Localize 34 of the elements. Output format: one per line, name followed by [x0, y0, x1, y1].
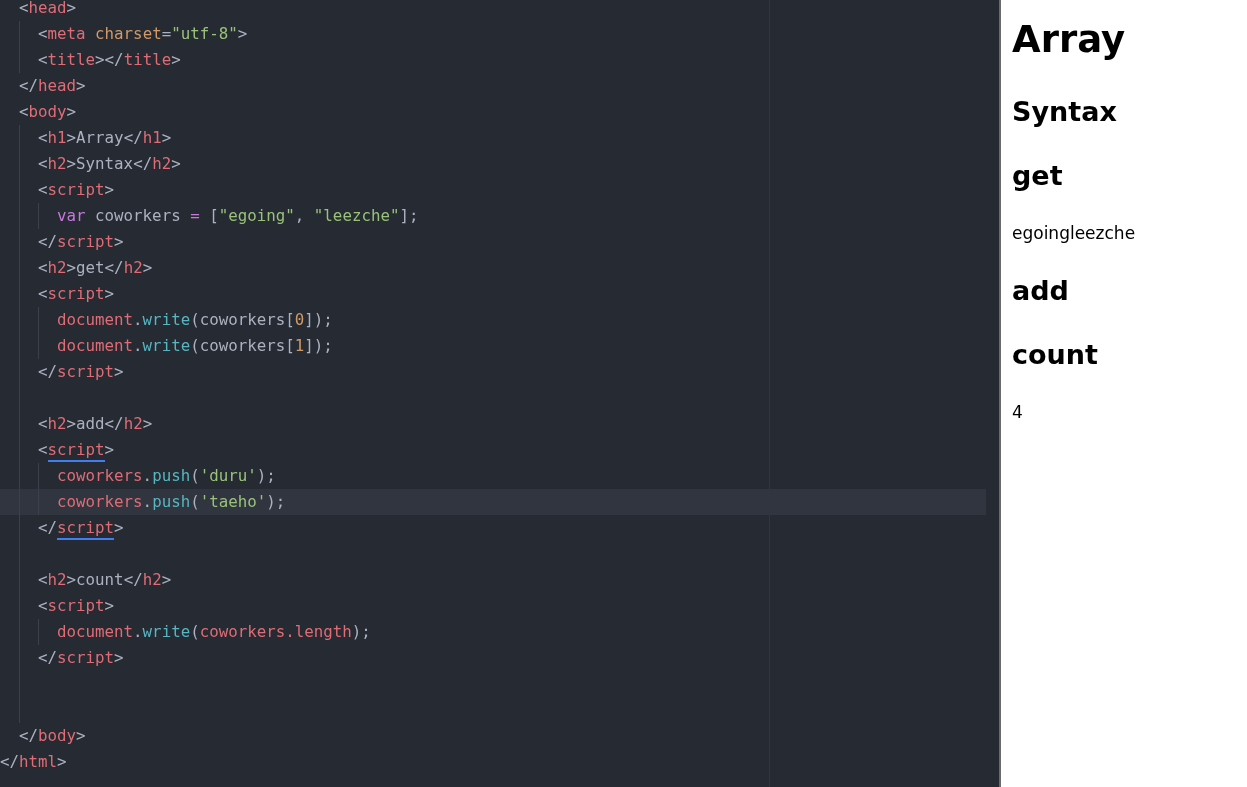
code-line: var coworkers = ["egoing", "leezche"];	[57, 205, 419, 227]
code-line: </body>	[19, 725, 86, 747]
code-line: </script>	[38, 231, 124, 253]
code-line: <script>	[38, 437, 115, 463]
code-line: <meta charset="utf-8">	[38, 23, 248, 45]
code-line: document.write(coworkers.length);	[57, 621, 371, 643]
code-line: <h2>get</h2>	[38, 257, 153, 279]
output-text: 4	[1012, 401, 1023, 424]
code-line: coworkers.push('duru');	[57, 465, 276, 487]
code-line: <h1>Array</h1>	[38, 127, 172, 149]
code-line: document.write(coworkers[1]);	[57, 335, 333, 357]
code-line: <head>	[19, 0, 77, 19]
code-line: </script>	[38, 515, 124, 541]
code-line: <title></title>	[38, 49, 181, 71]
code-line: </script>	[38, 361, 124, 383]
section-heading: get	[1012, 159, 1063, 193]
code-line: <script>	[38, 179, 115, 201]
section-heading: count	[1012, 338, 1098, 372]
output-text: egoingleezche	[1012, 222, 1136, 245]
section-heading: add	[1012, 274, 1069, 308]
code-editor[interactable]	[0, 0, 1001, 787]
code-line: <h2>count</h2>	[38, 569, 172, 591]
code-line: <h2>Syntax</h2>	[38, 153, 181, 175]
code-line: coworkers.push('taeho');	[57, 491, 286, 513]
code-line: document.write(coworkers[0]);	[57, 309, 333, 331]
section-heading: Syntax	[1012, 95, 1117, 129]
code-line: <script>	[38, 283, 115, 305]
page-heading: Array	[1012, 17, 1126, 63]
code-line: <body>	[19, 101, 77, 123]
code-line: <h2>add</h2>	[38, 413, 153, 435]
code-line: </head>	[19, 75, 86, 97]
code-line: </script>	[38, 647, 124, 669]
code-line: </html>	[0, 751, 67, 773]
code-line: <script>	[38, 595, 115, 617]
